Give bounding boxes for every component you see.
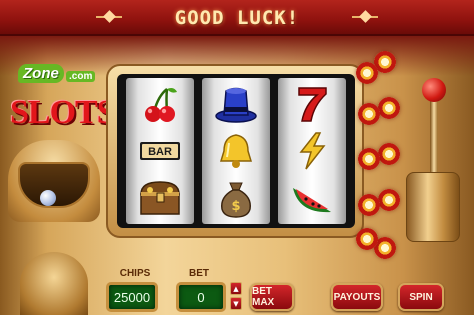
bell-icon [202,127,270,175]
svg-text:$: $ [231,199,240,214]
lightning-icon [278,127,346,175]
lever-knob-handle[interactable] [422,78,446,102]
gem-icon [40,190,56,206]
reel-3 [278,78,346,224]
spin-button[interactable]: SPIN [398,283,444,311]
payouts-button[interactable]: PAYOUTS [331,283,383,311]
chips-label: CHIPS [119,268,151,279]
slots-logo: SLOTS [10,94,116,131]
bet-max-button[interactable]: BET MAX [250,283,294,311]
bar-icon: BAR [126,127,194,175]
bet-label: BET [189,268,209,279]
bet-increase-button[interactable]: ▲ [230,282,242,295]
good-luck-title: GOOD LUCK! [174,7,300,29]
watermelon-icon [278,174,346,222]
reel-2: $ [202,78,270,224]
bet-decrease-button[interactable]: ▼ [230,297,242,310]
indicator-lamp-3 [378,97,400,119]
indicator-lamp-5 [378,143,400,165]
top-banner: GOOD LUCK! [0,0,474,36]
money-bag-icon: $ [202,174,270,222]
bet-display: 0 [176,282,226,312]
chips-display: 25000 [106,282,158,312]
indicator-lamp-4 [358,103,380,125]
indicator-lamp-2 [356,62,378,84]
svg-text:BAR: BAR [148,146,172,158]
top-hat-icon [202,80,270,128]
seven-icon [278,80,346,128]
zone-logo: Zone [18,64,64,83]
indicator-lamp-7 [378,189,400,211]
cherries-icon [126,80,194,128]
treasure-chest-icon [126,174,194,222]
zone-dotcom-label: .com [66,71,96,82]
lever-housing [406,172,460,242]
coin-tray-base [20,252,88,315]
reel-1: BAR [126,78,194,224]
indicator-lamp-8 [358,194,380,216]
banner-right-ornament [352,10,378,24]
indicator-lamp-6 [358,148,380,170]
indicator-lamp-10 [356,228,378,250]
